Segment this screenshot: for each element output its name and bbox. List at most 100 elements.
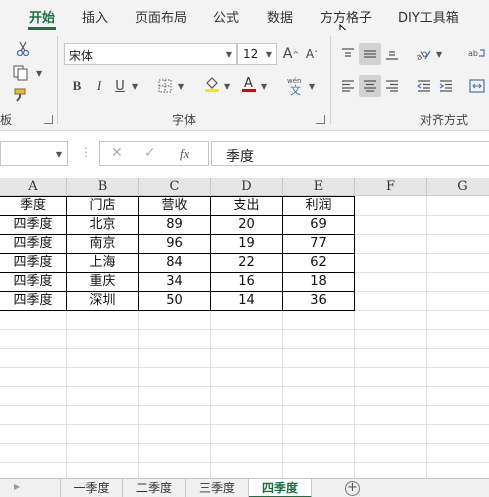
- table-cell[interactable]: 18: [283, 272, 354, 291]
- table-cell[interactable]: 77: [283, 234, 354, 253]
- enter-check-icon[interactable]: ✓: [144, 145, 156, 161]
- add-sheet-icon[interactable]: +: [345, 481, 360, 496]
- format-painter-icon[interactable]: [10, 84, 32, 106]
- decrease-indent-icon[interactable]: [413, 75, 435, 97]
- table-cell[interactable]: 20: [211, 215, 282, 234]
- table-cell[interactable]: 重庆: [67, 272, 138, 291]
- table-cell[interactable]: 84: [139, 253, 210, 272]
- sheet-scroll-icon[interactable]: ▶: [14, 482, 20, 491]
- align-top-icon[interactable]: [337, 43, 359, 65]
- fill-color-icon[interactable]: [201, 73, 223, 95]
- table-cell[interactable]: 50: [139, 291, 210, 310]
- fill-color-dropdown-icon[interactable]: ▼: [224, 82, 230, 91]
- gridline: [0, 329, 489, 330]
- column-header-f[interactable]: F: [355, 178, 427, 196]
- formula-input[interactable]: 季度: [211, 141, 489, 166]
- table-cell[interactable]: 16: [211, 272, 282, 291]
- font-launcher-icon[interactable]: [316, 115, 325, 124]
- column-header-a[interactable]: A: [0, 178, 67, 196]
- table-cell[interactable]: 四季度: [0, 234, 66, 253]
- alignment-group-label: 对齐方式: [420, 113, 469, 127]
- font-color-icon[interactable]: A: [238, 73, 260, 95]
- table-cell[interactable]: 南京: [67, 234, 138, 253]
- copy-icon[interactable]: [10, 62, 32, 84]
- increase-indent-icon[interactable]: [435, 75, 457, 97]
- italic-icon[interactable]: I: [88, 75, 110, 97]
- table-cell[interactable]: 北京: [67, 215, 138, 234]
- column-header-b[interactable]: B: [67, 178, 139, 196]
- sheet-tab-bar: ▶ 一季度 二季度 三季度 四季度 +: [0, 478, 489, 497]
- borders-dropdown-icon[interactable]: ▼: [178, 82, 184, 91]
- resize-handle-icon[interactable]: ⋮: [80, 145, 92, 159]
- chevron-down-icon[interactable]: ▼: [56, 150, 62, 159]
- tab-insert[interactable]: 插入: [82, 7, 108, 26]
- font-group-label: 字体: [172, 113, 197, 127]
- tab-data[interactable]: 数据: [267, 7, 293, 26]
- align-bottom-icon[interactable]: [381, 43, 403, 65]
- align-center-icon[interactable]: [359, 75, 381, 97]
- table-cell[interactable]: 69: [283, 215, 354, 234]
- tab-home[interactable]: 开始: [29, 7, 55, 26]
- cancel-icon[interactable]: ✕: [111, 145, 123, 161]
- font-color-dropdown-icon[interactable]: ▼: [261, 82, 267, 91]
- table-cell[interactable]: 19: [211, 234, 282, 253]
- table-cell[interactable]: 96: [139, 234, 210, 253]
- sheet-tab-q4[interactable]: 四季度: [249, 479, 312, 497]
- column-header-e[interactable]: E: [283, 178, 355, 196]
- decrease-font-size-icon[interactable]: Aˇ: [301, 43, 323, 65]
- cut-icon[interactable]: [12, 38, 34, 60]
- column-header-d[interactable]: D: [211, 178, 283, 196]
- font-name-select[interactable]: 宋体 ▼: [64, 43, 237, 65]
- underline-icon[interactable]: U: [109, 75, 131, 97]
- header-cell[interactable]: 季度: [0, 196, 66, 215]
- table-cell[interactable]: 四季度: [0, 215, 66, 234]
- align-right-icon[interactable]: [381, 75, 403, 97]
- merge-center-icon[interactable]: [466, 75, 488, 97]
- table-cell[interactable]: 四季度: [0, 253, 66, 272]
- table-cell[interactable]: 36: [283, 291, 354, 310]
- header-cell[interactable]: 支出: [211, 196, 282, 215]
- align-middle-icon[interactable]: [359, 43, 381, 65]
- gridline: [0, 462, 489, 463]
- sheet-tab-q3[interactable]: 三季度: [186, 479, 249, 497]
- gridline: [0, 424, 489, 425]
- underline-dropdown-icon[interactable]: ▼: [132, 82, 138, 91]
- gridline: [0, 386, 489, 387]
- phonetic-guide-icon[interactable]: wén 文: [283, 75, 309, 97]
- clipboard-launcher-icon[interactable]: [44, 115, 53, 124]
- table-cell[interactable]: 62: [283, 253, 354, 272]
- insert-function-icon[interactable]: fx: [180, 146, 189, 162]
- name-box[interactable]: ▼: [0, 141, 68, 166]
- gridline: [426, 196, 427, 478]
- header-cell[interactable]: 门店: [67, 196, 138, 215]
- column-header-g[interactable]: G: [427, 178, 489, 196]
- gridline: [0, 405, 489, 406]
- table-cell[interactable]: 四季度: [0, 272, 66, 291]
- tab-formulas[interactable]: 公式: [213, 7, 239, 26]
- increase-font-size-icon[interactable]: A ^: [280, 43, 302, 65]
- phonetic-dropdown-icon[interactable]: ▼: [309, 82, 315, 91]
- wrap-text-icon[interactable]: ab: [466, 43, 488, 65]
- header-cell[interactable]: 营收: [139, 196, 210, 215]
- table-cell[interactable]: 22: [211, 253, 282, 272]
- table-cell[interactable]: 深圳: [67, 291, 138, 310]
- orientation-icon[interactable]: ab: [413, 43, 435, 65]
- table-cell[interactable]: 89: [139, 215, 210, 234]
- borders-icon[interactable]: [154, 75, 176, 97]
- column-header-c[interactable]: C: [139, 178, 211, 196]
- table-cell[interactable]: 14: [211, 291, 282, 310]
- table-cell[interactable]: 上海: [67, 253, 138, 272]
- bold-icon[interactable]: B: [66, 75, 88, 97]
- tab-diy-toolbox[interactable]: DIY工具箱: [398, 7, 459, 26]
- table-cell[interactable]: 四季度: [0, 291, 66, 310]
- svg-text:ab: ab: [468, 49, 478, 58]
- sheet-tab-q1[interactable]: 一季度: [60, 479, 123, 497]
- align-left-icon[interactable]: [337, 75, 359, 97]
- tab-page-layout[interactable]: 页面布局: [135, 7, 187, 26]
- orientation-dropdown-icon[interactable]: ▼: [436, 50, 442, 59]
- header-cell[interactable]: 利润: [283, 196, 354, 215]
- sheet-tab-q2[interactable]: 二季度: [123, 479, 186, 497]
- copy-dropdown-icon[interactable]: ▼: [36, 69, 42, 78]
- font-size-select[interactable]: 12 ▼: [237, 43, 277, 65]
- table-cell[interactable]: 34: [139, 272, 210, 291]
